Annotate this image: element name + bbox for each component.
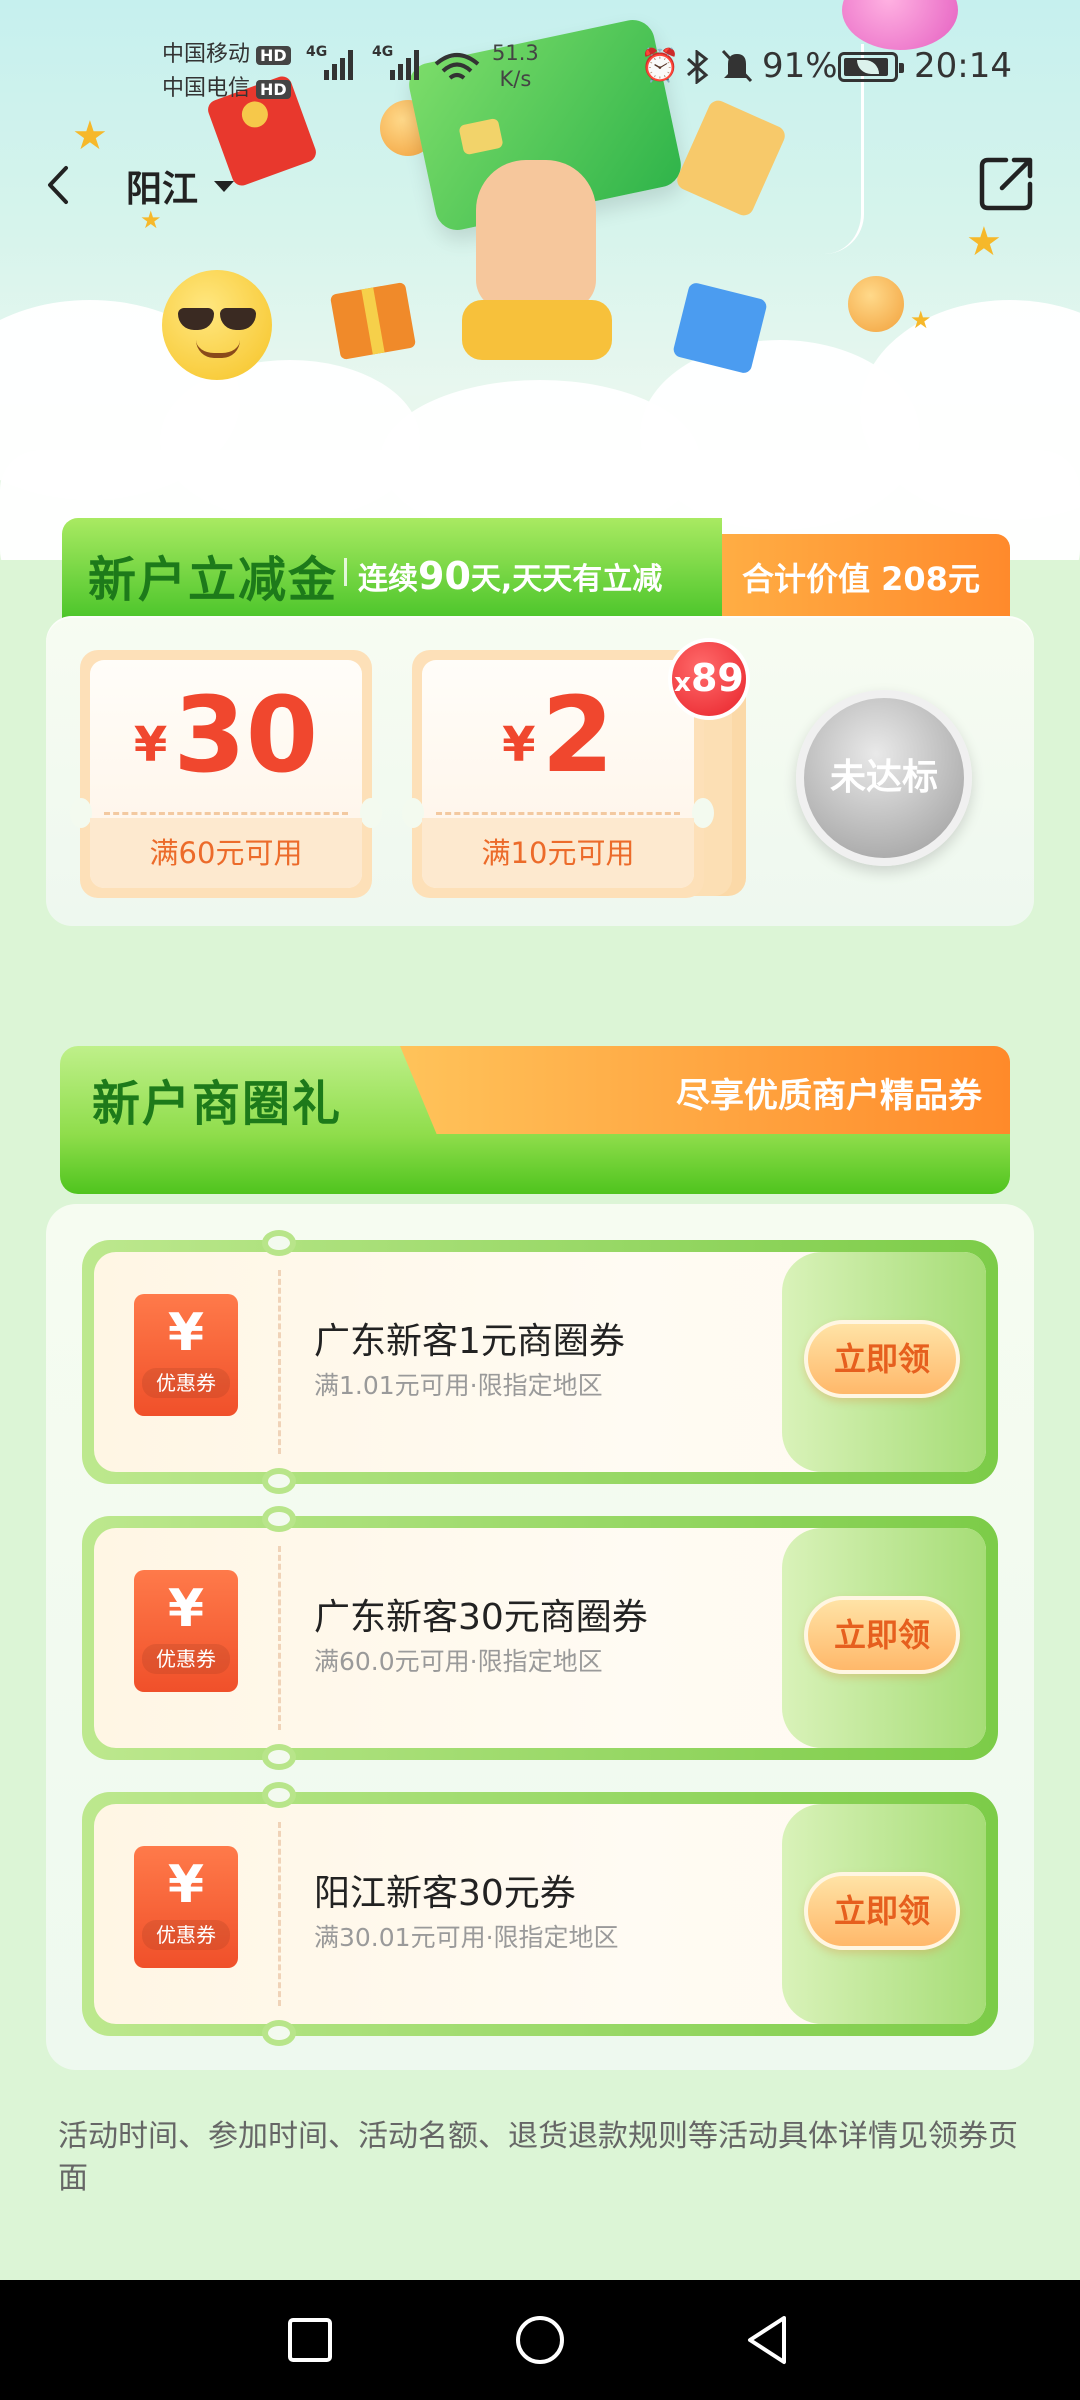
signal-icon [390, 46, 419, 80]
star-decoration: ★ [910, 306, 932, 334]
dropdown-caret-icon [214, 180, 235, 192]
coupon-condition: 满10元可用 [422, 818, 694, 888]
claim-button[interactable]: 立即领 [804, 1596, 960, 1674]
discount-coupon[interactable]: ¥2 满10元可用 [402, 650, 714, 898]
coupon-tag-icon: ¥ 优惠券 [134, 1570, 238, 1692]
back-arrow-icon[interactable] [34, 158, 88, 212]
back-icon[interactable] [738, 2310, 798, 2370]
coupon-description: 满60.0元可用·限指定地区 [314, 1647, 603, 1676]
activity-footnote: 活动时间、参加时间、活动名额、退货退款规则等活动具体详情见领券页面 [58, 2119, 1018, 2196]
section-subtitle: 连续90天,天天有立减 [343, 554, 663, 598]
coupon-name: 阳江新客30元券 [314, 1873, 576, 1914]
carrier-1: 中国移动 HD [162, 36, 291, 68]
section-title: 新户商圈礼 [92, 1076, 343, 1132]
top-nav-bar: 阳江 [0, 140, 1080, 230]
share-icon[interactable] [976, 152, 1038, 214]
business-coupon-card: ¥ 优惠券 阳江新客30元券 满30.01元可用·限指定地区 立即领 [82, 1782, 998, 2046]
coupon-tag-icon: ¥ 优惠券 [134, 1294, 238, 1416]
bluetooth-icon [687, 50, 709, 84]
status-bar: 中国移动 HD 中国电信 HD 4G 4G 51.3 K/s ⏰ 91% 20:14 [0, 0, 1080, 140]
gift-box-decoration [329, 281, 417, 361]
coupon-name: 广东新客30元商圈券 [314, 1597, 648, 1638]
business-coupon-card: ¥ 优惠券 广东新客30元商圈券 满60.0元可用·限指定地区 立即领 [82, 1506, 998, 1770]
section-title: 新户立减金 [88, 552, 339, 608]
coupon-condition: 满60元可用 [90, 818, 362, 888]
coupon-amount: ¥2 [502, 674, 614, 796]
network-speed: 51.3 K/s [492, 41, 539, 91]
business-gift-header: 新户商圈礼 尽享优质商户精品券 [60, 1046, 1010, 1194]
hd-badge: HD [256, 45, 291, 65]
battery-icon [838, 52, 904, 82]
carrier-2: 中国电信 HD [162, 70, 291, 102]
mute-icon [721, 49, 753, 83]
coupon-count-badge: x89 [668, 638, 750, 720]
claim-button[interactable]: 立即领 [804, 1872, 960, 1950]
not-met-status-button[interactable]: 未达标 [796, 690, 972, 866]
city-selector[interactable]: 阳江 [126, 160, 235, 212]
business-coupon-card: ¥ 优惠券 广东新客1元商圈券 满1.01元可用·限指定地区 立即领 [82, 1230, 998, 1494]
coupon-tag-icon: ¥ 优惠券 [134, 1846, 238, 1968]
sleeve-decoration [462, 300, 612, 360]
coupon-description: 满30.01元可用·限指定地区 [314, 1923, 619, 1952]
home-icon[interactable] [510, 2310, 570, 2370]
section-subtitle: 尽享优质商户精品券 [676, 1076, 982, 1116]
wifi-icon [434, 53, 480, 80]
system-navigation-bar [0, 2280, 1080, 2400]
hd-badge: HD [256, 79, 291, 99]
discount-coupon[interactable]: ¥30 满60元可用 [70, 650, 382, 898]
new-user-discount-header: 新户立减金 连续90天,天天有立减 合计价值 208元 [62, 518, 1010, 620]
total-value: 合计价值 208元 [742, 560, 980, 598]
coupon-name: 广东新客1元商圈券 [314, 1321, 625, 1362]
battery-percent: 91% [762, 46, 838, 86]
coupon-description: 满1.01元可用·限指定地区 [314, 1371, 603, 1400]
coupon-amount: ¥30 [133, 674, 319, 796]
claim-button[interactable]: 立即领 [804, 1320, 960, 1398]
recent-apps-icon[interactable] [280, 2310, 340, 2370]
clock: 20:14 [914, 46, 1012, 86]
city-name: 阳江 [126, 169, 199, 210]
coin-decoration [848, 276, 904, 332]
sunglasses-emoji-decoration [162, 270, 272, 380]
signal-icon [324, 46, 353, 80]
alarm-icon: ⏰ [640, 46, 680, 84]
